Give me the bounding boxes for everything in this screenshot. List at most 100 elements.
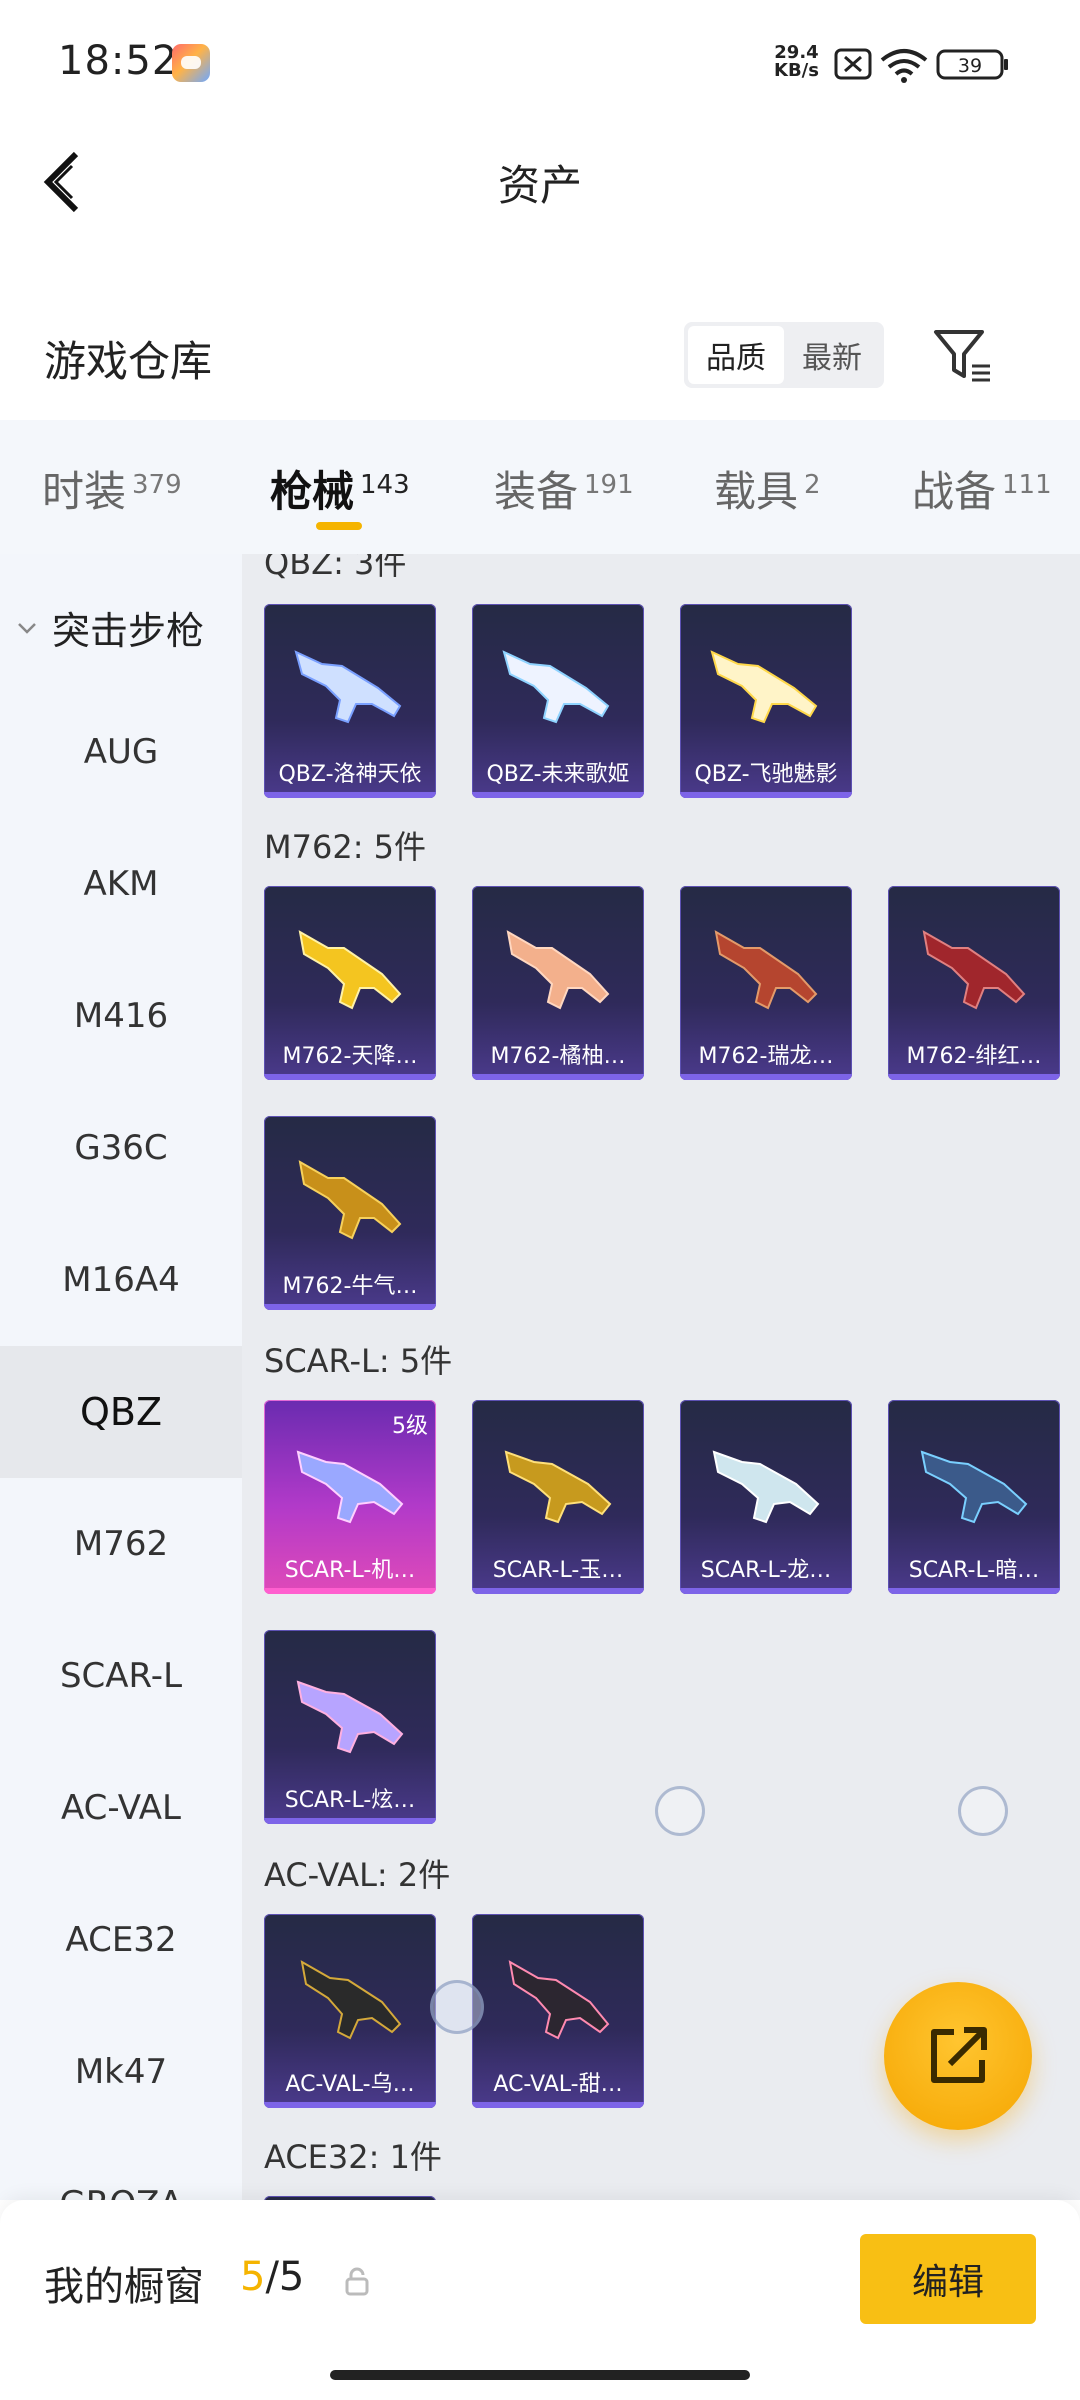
network-speed: 29.4 KB/s (774, 44, 819, 80)
skin-card[interactable]: M762-牛气… (264, 1116, 436, 1310)
skin-name: SCAR-L-龙… (700, 1558, 832, 1583)
skin-name: M762-橘柚… (490, 1044, 626, 1069)
home-indicator[interactable] (330, 2370, 750, 2380)
skin-name: SCAR-L-机… (284, 1558, 416, 1583)
sort-newest-button[interactable]: 最新 (784, 326, 880, 384)
status-time: 18:52 (58, 38, 179, 84)
tab-label: 时装 (42, 467, 127, 516)
chevron-down-icon (18, 622, 36, 634)
rifle-skin-icon (504, 1450, 612, 1524)
sidebar-item-ac-val[interactable]: AC-VAL (0, 1742, 242, 1874)
skin-card[interactable]: M762-天降… (264, 886, 436, 1080)
sidebar-item-mk47[interactable]: Mk47 (0, 2006, 242, 2138)
rifle-skin-icon (714, 930, 818, 1010)
wifi-icon (880, 49, 928, 83)
network-speed-unit: KB/s (774, 60, 819, 81)
game-assistant-icon (172, 44, 210, 82)
showcase-count-current: 5 (240, 2254, 266, 2300)
sidebar-item-scar-l[interactable]: SCAR-L (0, 1610, 242, 1742)
sidebar-category-label: 突击步枪 (52, 609, 205, 653)
skin-name: M762-牛气… (282, 1274, 418, 1299)
skin-name: SCAR-L-暗… (908, 1558, 1040, 1583)
tab-vehicles[interactable]: 载具 2 (714, 458, 821, 519)
category-tab-bar: 时装 379 枪械 143 装备 191 载具 2 战备 111 (0, 420, 1080, 554)
filter-icon[interactable] (930, 322, 996, 388)
sort-quality-button[interactable]: 品质 (688, 326, 784, 384)
edit-button[interactable]: 编辑 (860, 2234, 1036, 2324)
skin-card[interactable]: SCAR-L-暗… (888, 1400, 1060, 1594)
skin-name: M762-绯红… (906, 1044, 1042, 1069)
skin-card[interactable]: M762-橘柚… (472, 886, 644, 1080)
skin-card[interactable]: SCAR-L-炫… (264, 1630, 436, 1824)
showcase-label: 我的橱窗 (44, 2264, 204, 2310)
sidebar-item-aug[interactable]: AUG (0, 686, 242, 818)
tab-count: 143 (360, 470, 410, 500)
sidebar-item-m416[interactable]: M416 (0, 950, 242, 1082)
skin-card[interactable]: AC-VAL-乌… (264, 1914, 436, 2108)
group-label-qbz: QBZ: 3件 (264, 554, 407, 582)
rifle-skin-icon (298, 930, 402, 1010)
skin-name: SCAR-L-玉… (492, 1558, 624, 1583)
weapon-type-sidebar: 突击步枪 AUG AKM M416 G36C M16A4 QBZ M762 SC… (0, 554, 242, 2200)
sidebar-item-ace32[interactable]: ACE32 (0, 1874, 242, 2006)
active-tab-indicator (316, 522, 362, 530)
rifle-skin-icon (294, 650, 402, 724)
tab-fashion[interactable]: 时装 379 (42, 458, 182, 519)
skin-name: M762-瑞龙… (698, 1044, 834, 1069)
battery-icon: 39 (936, 49, 1008, 80)
skin-card[interactable]: SCAR-L-龙… (680, 1400, 852, 1594)
rifle-skin-icon (502, 650, 610, 724)
sidebar-item-groza[interactable]: GROZA (0, 2138, 242, 2200)
rifle-skin-icon (296, 1680, 404, 1754)
skin-card[interactable]: QBZ-飞驰魅影 (680, 604, 852, 798)
sidebar-item-g36c[interactable]: G36C (0, 1082, 242, 1214)
showcase-count-total: /5 (265, 2254, 305, 2300)
group-label-ac-val: AC-VAL: 2件 (264, 1856, 451, 1894)
touch-indicator (430, 1980, 484, 2034)
sort-toggle: 品质 最新 (684, 322, 884, 388)
skin-card[interactable]: SCAR-L-玉… (472, 1400, 644, 1594)
group-label-ace32: ACE32: 1件 (264, 2138, 442, 2176)
rifle-skin-icon (710, 650, 818, 724)
group-label-m762: M762: 5件 (264, 828, 427, 866)
touch-indicator (958, 1786, 1008, 1836)
tab-equipment[interactable]: 装备 191 (494, 458, 634, 519)
share-button[interactable] (884, 1982, 1032, 2130)
touch-indicator (655, 1786, 705, 1836)
rifle-skin-icon (508, 1960, 610, 2040)
showcase-count: 5/5 (240, 2254, 304, 2300)
skin-card[interactable]: 5级 SCAR-L-机… (264, 1400, 436, 1594)
rifle-skin-icon (298, 1160, 402, 1240)
rifle-skin-icon (920, 1450, 1028, 1524)
weapon-skin-grid: QBZ: 3件 QBZ-洛神天依 QBZ-未来歌姬 QBZ-飞驰魅影 M762:… (242, 554, 1080, 2200)
rifle-skin-icon (506, 930, 610, 1010)
tab-firearms[interactable]: 枪械 143 (270, 458, 410, 519)
battery-level: 39 (958, 55, 982, 77)
skin-name: SCAR-L-炫… (284, 1788, 416, 1813)
skin-card[interactable]: M762-瑞龙… (680, 886, 852, 1080)
tab-count: 111 (1002, 470, 1052, 500)
sidebar-item-m16a4[interactable]: M16A4 (0, 1214, 242, 1346)
skin-card[interactable]: AC-VAL-甜… (472, 1914, 644, 2108)
skin-card[interactable]: QBZ-洛神天依 (264, 604, 436, 798)
tab-supplies[interactable]: 战备 111 (912, 458, 1052, 519)
group-label-scar-l: SCAR-L: 5件 (264, 1342, 453, 1380)
rifle-skin-icon (712, 1450, 820, 1524)
skin-card[interactable]: M762-绯红… (888, 886, 1060, 1080)
sidebar-item-m762[interactable]: M762 (0, 1478, 242, 1610)
rifle-skin-icon (296, 1450, 404, 1524)
skin-card[interactable]: QBZ-未来歌姬 (472, 604, 644, 798)
no-sim-icon (834, 48, 872, 80)
section-title: 游戏仓库 (44, 337, 213, 386)
skin-name: QBZ-未来歌姬 (486, 762, 630, 787)
tab-label: 装备 (494, 467, 579, 516)
sidebar-category-assault-rifles[interactable]: 突击步枪 (16, 600, 204, 655)
tab-count: 379 (132, 470, 182, 500)
status-icons: 39 (834, 48, 1008, 83)
rifle-skin-icon (922, 930, 1026, 1010)
sidebar-item-akm[interactable]: AKM (0, 818, 242, 950)
skin-name: QBZ-飞驰魅影 (694, 762, 838, 787)
tab-count: 2 (804, 470, 821, 500)
rifle-skin-icon (300, 1960, 402, 2040)
sidebar-item-qbz[interactable]: QBZ (0, 1346, 242, 1478)
